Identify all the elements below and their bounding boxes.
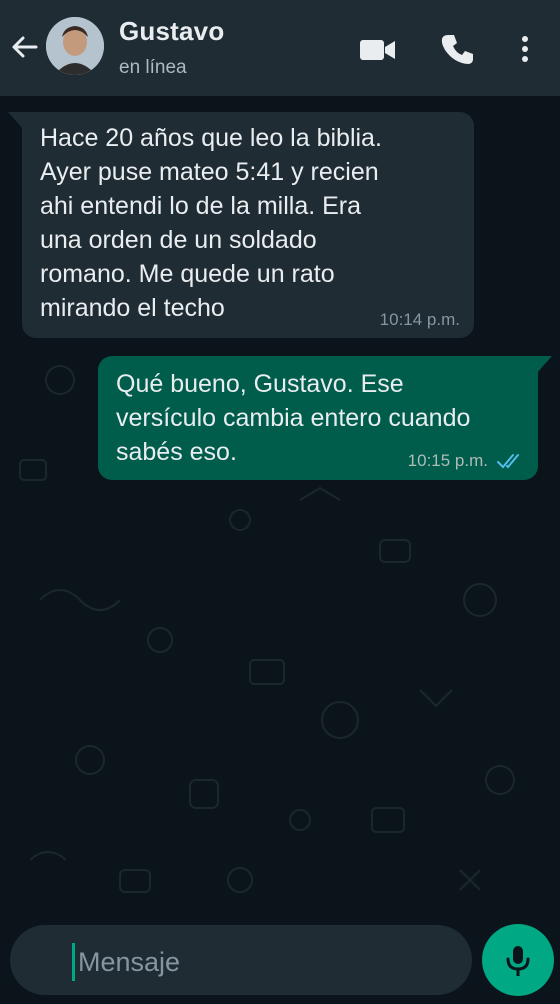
message-incoming[interactable]: Hace 20 años que leo la biblia. Ayer pus… <box>22 112 474 338</box>
mic-button[interactable] <box>482 924 554 996</box>
video-camera-icon[interactable] <box>358 30 398 70</box>
text-cursor <box>72 943 75 981</box>
avatar[interactable] <box>46 17 104 75</box>
avatar-photo <box>46 17 104 75</box>
contact-name[interactable]: Gustavo <box>119 16 224 47</box>
chat-header: Gustavo en línea <box>0 0 560 96</box>
arrow-left-icon[interactable] <box>6 28 44 66</box>
more-vertical-icon[interactable] <box>510 30 540 70</box>
message-input[interactable]: Mensaje <box>78 944 180 980</box>
message-time: 10:14 p.m. <box>380 310 460 330</box>
phone-icon[interactable] <box>438 30 478 70</box>
contact-status: en línea <box>119 57 187 78</box>
message-timestamp: 10:15 p.m. <box>407 451 488 470</box>
bubble-tail <box>536 356 552 374</box>
microphone-icon <box>506 946 530 976</box>
message-timestamp: 10:14 p.m. <box>379 310 460 329</box>
message-text: Hace 20 años que leo la biblia. Ayer pus… <box>40 124 382 322</box>
message-outgoing[interactable]: Qué bueno, Gustavo. Ese versículo cambia… <box>98 356 538 480</box>
message-time: 10:15 p.m. <box>408 451 524 471</box>
double-check-icon <box>497 454 519 469</box>
